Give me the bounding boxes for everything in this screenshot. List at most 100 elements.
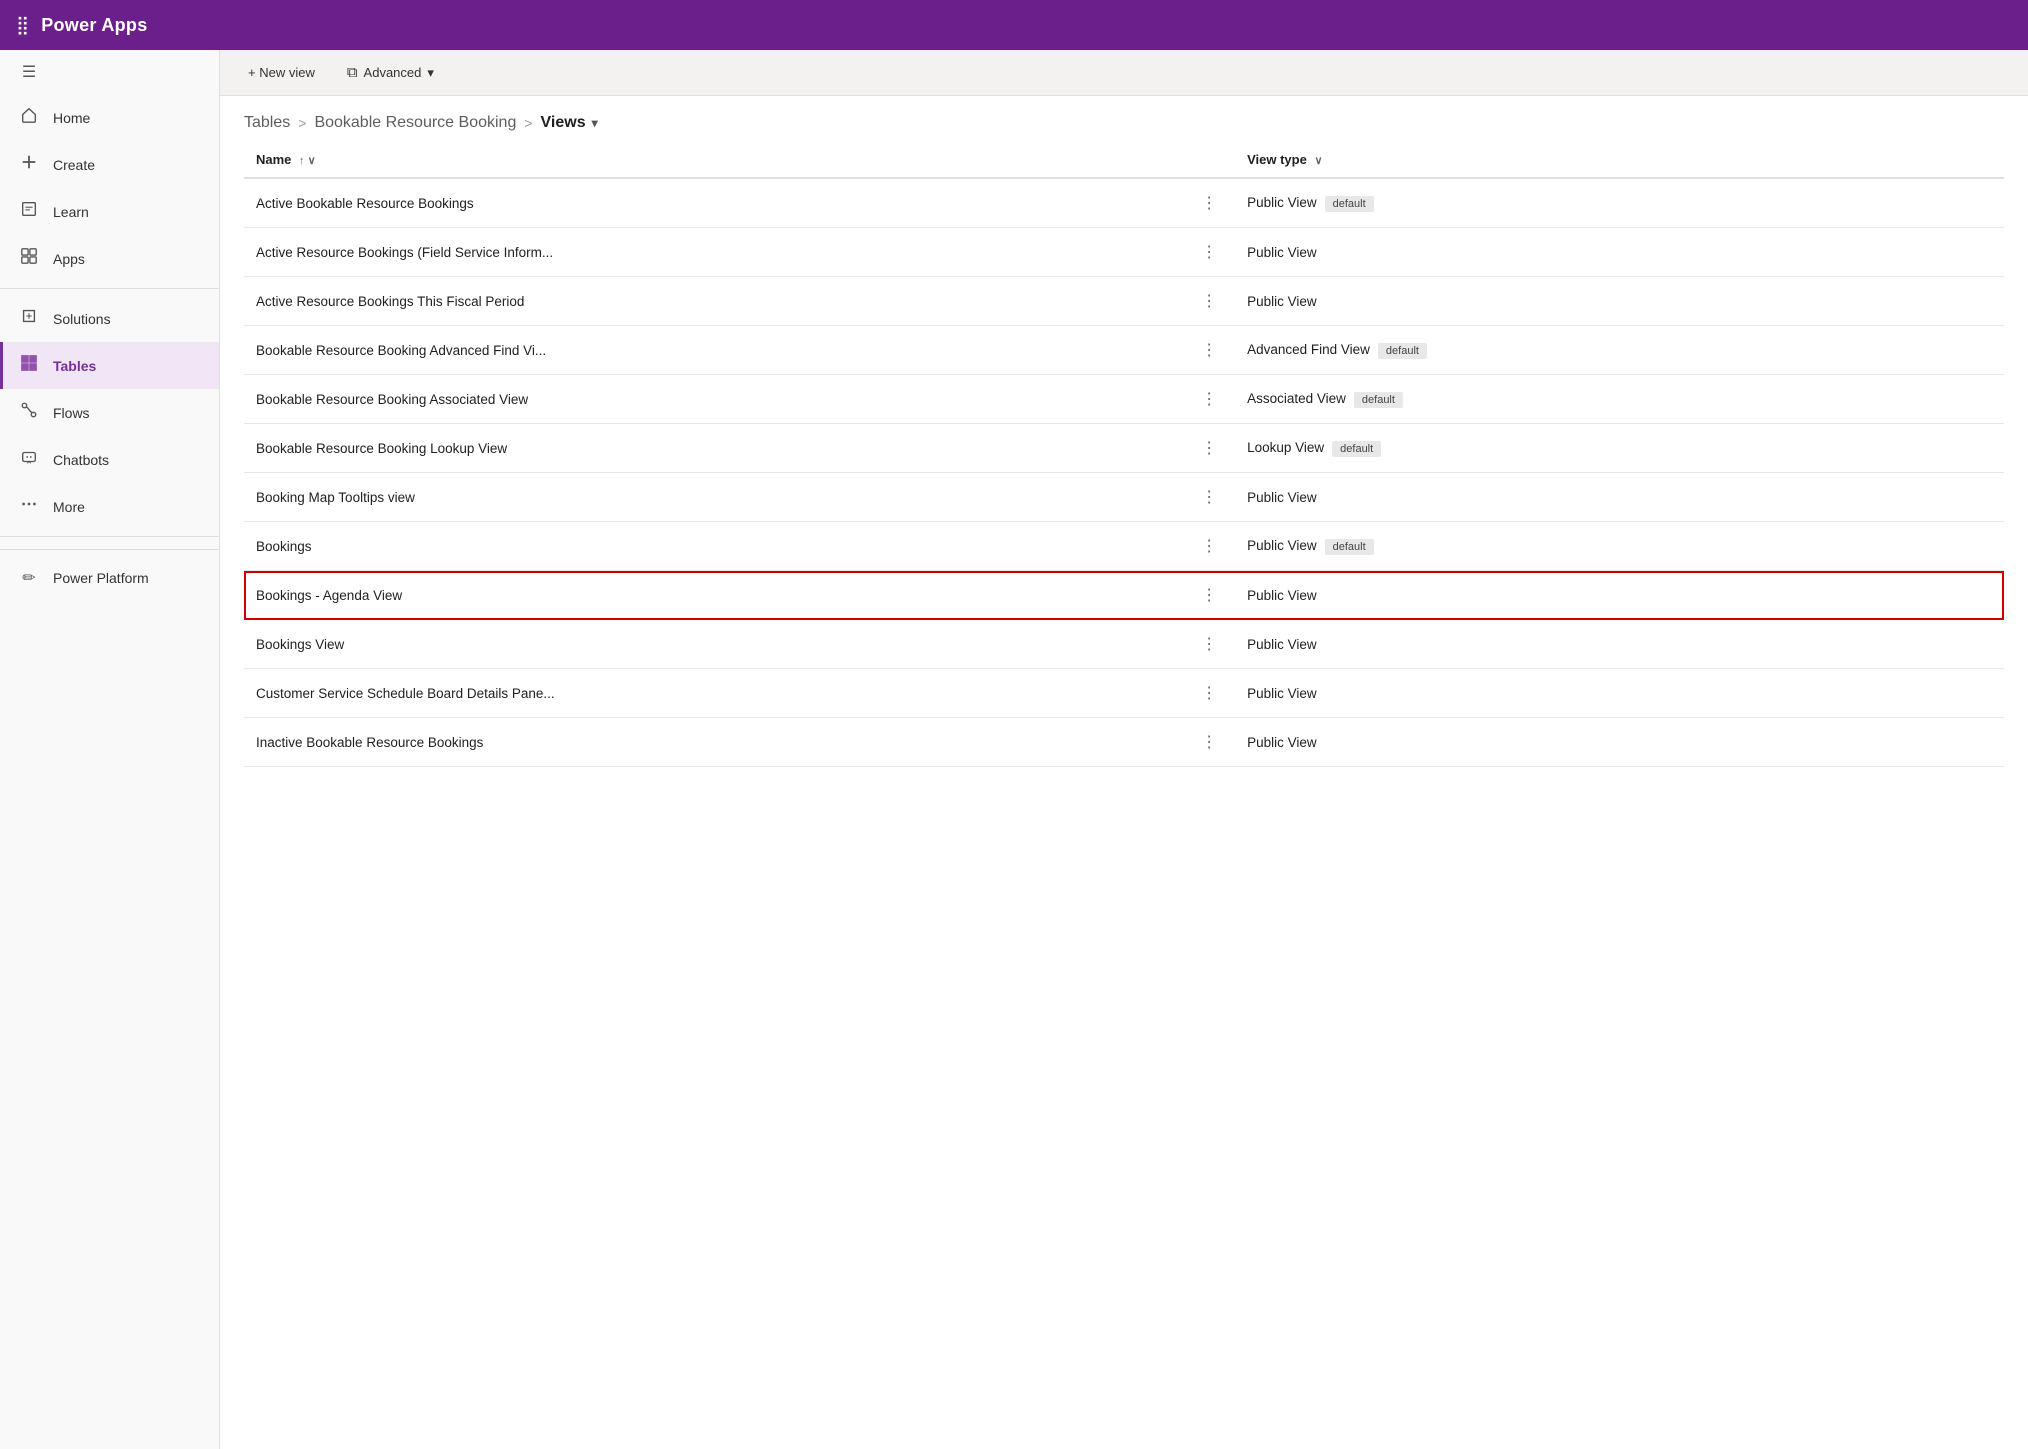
sidebar-item-create[interactable]: Create: [0, 141, 219, 188]
table-row[interactable]: Active Bookable Resource Bookings ⋮ Public…: [244, 178, 2004, 228]
breadcrumb-chevron-icon[interactable]: ▾: [592, 116, 598, 130]
table-cell-more[interactable]: ⋮: [1183, 473, 1235, 522]
col-viewtype-label: View type: [1247, 152, 1307, 167]
home-icon: [19, 106, 39, 129]
more-icon: [19, 495, 39, 518]
main-layout: ☰ Home Create Learn Apps Solutions Table…: [0, 50, 2028, 1449]
more-options-button[interactable]: ⋮: [1195, 730, 1223, 754]
sidebar-item-power-platform[interactable]: ✏ Power Platform: [0, 556, 219, 600]
sidebar: ☰ Home Create Learn Apps Solutions Table…: [0, 50, 220, 1449]
advanced-button[interactable]: ⧉ Advanced ▾: [339, 60, 442, 85]
table-cell-name: Inactive Bookable Resource Bookings: [244, 718, 1183, 767]
table-row[interactable]: Bookings - Agenda View⋮Public View: [244, 571, 2004, 620]
table-row[interactable]: Bookable Resource Booking Lookup View⋮Lo…: [244, 424, 2004, 473]
sidebar-item-tables[interactable]: Tables: [0, 342, 219, 389]
more-options-button[interactable]: ⋮: [1195, 240, 1223, 264]
tables-icon: [19, 354, 39, 377]
sidebar-item-more[interactable]: More: [0, 483, 219, 530]
sidebar-item-label-more: More: [53, 499, 85, 515]
hamburger-icon: ☰: [19, 62, 39, 82]
table-cell-more[interactable]: ⋮: [1183, 375, 1235, 424]
view-type-badge: default: [1378, 343, 1427, 359]
advanced-icon: ⧉: [347, 64, 358, 81]
sidebar-item-label-learn: Learn: [53, 204, 89, 220]
table-cell-more[interactable]: ⋮: [1183, 718, 1235, 767]
breadcrumb-current-label: Views: [541, 114, 586, 132]
breadcrumb-current: Views ▾: [541, 114, 598, 132]
table-row[interactable]: Active Resource Bookings (Field Service …: [244, 228, 2004, 277]
sidebar-item-solutions[interactable]: Solutions: [0, 295, 219, 342]
more-options-button[interactable]: ⋮: [1195, 191, 1223, 215]
table-cell-viewtype: Public View: [1235, 277, 2004, 326]
more-options-button[interactable]: ⋮: [1195, 338, 1223, 362]
col-more-header: [1183, 142, 1235, 178]
solutions-icon: [19, 307, 39, 330]
table-cell-name: Bookable Resource Booking Associated Vie…: [244, 375, 1183, 424]
table-cell-name: Customer Service Schedule Board Details …: [244, 669, 1183, 718]
table-cell-more[interactable]: ⋮: [1183, 326, 1235, 375]
col-name-label: Name: [256, 152, 291, 167]
more-options-button[interactable]: ⋮: [1195, 436, 1223, 460]
col-viewtype-header[interactable]: View type ∨: [1235, 142, 2004, 178]
breadcrumb-table-name[interactable]: Bookable Resource Booking: [314, 114, 516, 132]
more-options-button[interactable]: ⋮: [1195, 681, 1223, 705]
col-viewtype-chevron[interactable]: ∨: [1314, 155, 1322, 167]
toolbar: + New view ⧉ Advanced ▾: [220, 50, 2028, 96]
more-options-button[interactable]: ⋮: [1195, 485, 1223, 509]
table-row[interactable]: Active Resource Bookings This Fiscal Per…: [244, 277, 2004, 326]
table-cell-viewtype: Public View: [1235, 571, 2004, 620]
sidebar-item-flows[interactable]: Flows: [0, 389, 219, 436]
learn-icon: [19, 200, 39, 223]
table-cell-viewtype: Public View: [1235, 669, 2004, 718]
table-cell-more[interactable]: ⋮: [1183, 571, 1235, 620]
more-options-button[interactable]: ⋮: [1195, 387, 1223, 411]
table-cell-name: Active Resource Bookings This Fiscal Per…: [244, 277, 1183, 326]
view-type-badge: default: [1325, 539, 1374, 555]
table-cell-more[interactable]: ⋮: [1183, 228, 1235, 277]
table-cell-more[interactable]: ⋮: [1183, 522, 1235, 571]
table-row[interactable]: Inactive Bookable Resource Bookings⋮Publ…: [244, 718, 2004, 767]
table-cell-more[interactable]: ⋮: [1183, 178, 1235, 228]
content-area: + New view ⧉ Advanced ▾ Tables > Bookabl…: [220, 50, 2028, 1449]
table-cell-name: Active Bookable Resource Bookings: [244, 178, 1183, 228]
sidebar-item-label-chatbots: Chatbots: [53, 452, 109, 468]
table-cell-viewtype: Public View: [1235, 620, 2004, 669]
table-row[interactable]: Bookings View ⋮ Public View: [244, 620, 2004, 669]
table-cell-more[interactable]: ⋮: [1183, 277, 1235, 326]
col-name-header[interactable]: Name ↑ ∨: [244, 142, 1183, 178]
apps-icon: [19, 247, 39, 270]
table-cell-viewtype: Public Viewdefault: [1235, 178, 2004, 228]
table-cell-name: Bookable Resource Booking Advanced Find …: [244, 326, 1183, 375]
table-cell-more[interactable]: ⋮: [1183, 424, 1235, 473]
more-options-button[interactable]: ⋮: [1195, 289, 1223, 313]
sidebar-item-label-create: Create: [53, 157, 95, 173]
table-row[interactable]: Bookable Resource Booking Advanced Find …: [244, 326, 2004, 375]
advanced-chevron-icon: ▾: [427, 65, 434, 81]
sidebar-item-chatbots[interactable]: Chatbots: [0, 436, 219, 483]
more-options-button[interactable]: ⋮: [1195, 632, 1223, 656]
sidebar-item-home[interactable]: Home: [0, 94, 219, 141]
breadcrumb-tables[interactable]: Tables: [244, 114, 290, 132]
more-options-button[interactable]: ⋮: [1195, 534, 1223, 558]
table-cell-name: Active Resource Bookings (Field Service …: [244, 228, 1183, 277]
table-row[interactable]: Booking Map Tooltips view⋮Public View: [244, 473, 2004, 522]
app-grid-icon[interactable]: ⣿: [16, 15, 29, 36]
more-options-button[interactable]: ⋮: [1195, 583, 1223, 607]
table-cell-more[interactable]: ⋮: [1183, 669, 1235, 718]
table-row[interactable]: Bookable Resource Booking Associated Vie…: [244, 375, 2004, 424]
view-type-badge: default: [1332, 441, 1381, 457]
col-name-sort[interactable]: ↑ ∨: [299, 155, 316, 167]
top-header: ⣿ Power Apps: [0, 0, 2028, 50]
table-cell-viewtype: Public Viewdefault: [1235, 522, 2004, 571]
table-cell-more[interactable]: ⋮: [1183, 620, 1235, 669]
sidebar-item-apps[interactable]: Apps: [0, 235, 219, 282]
sidebar-item-learn[interactable]: Learn: [0, 188, 219, 235]
table-cell-name: Bookings View: [244, 620, 1183, 669]
new-view-label: + New view: [248, 65, 315, 80]
table-row[interactable]: Customer Service Schedule Board Details …: [244, 669, 2004, 718]
table-cell-name: Booking Map Tooltips view: [244, 473, 1183, 522]
new-view-button[interactable]: + New view: [240, 61, 323, 84]
views-table: Name ↑ ∨ View type ∨ Active Bookable Res…: [244, 142, 2004, 767]
table-row[interactable]: Bookings⋮Public Viewdefault: [244, 522, 2004, 571]
sidebar-menu-toggle[interactable]: ☰: [0, 50, 219, 94]
